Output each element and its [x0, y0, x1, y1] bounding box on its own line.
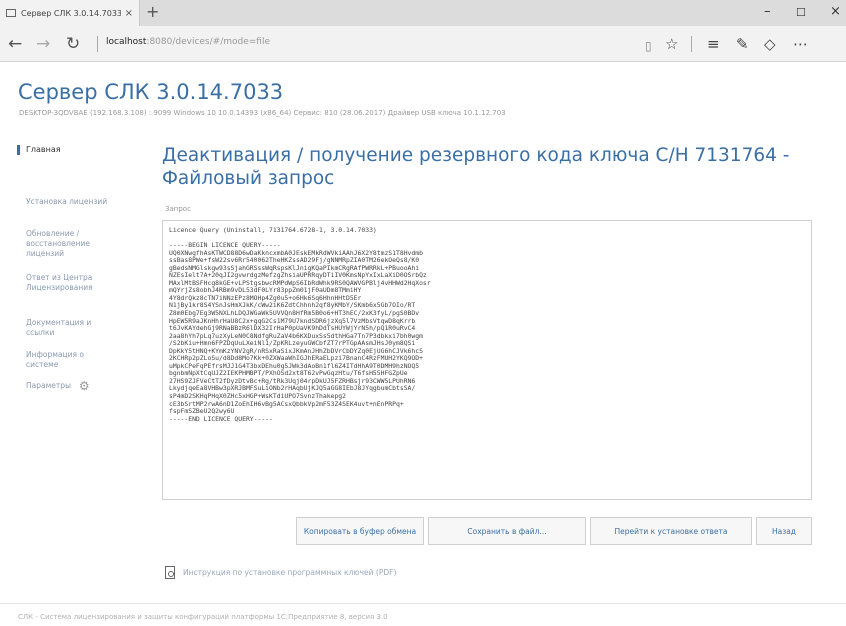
- address-input[interactable]: localhost:8080/devices/#/mode=file: [106, 37, 270, 47]
- sidebar-item-documentation[interactable]: Документация и ссылки: [18, 318, 118, 338]
- hub-icon[interactable]: ≡: [707, 34, 720, 54]
- share-icon[interactable]: ◇: [764, 34, 776, 54]
- toolbar-divider: [97, 36, 98, 52]
- toolbar-divider: [691, 36, 692, 52]
- sidebar-item-system-info[interactable]: Информация о системе: [18, 350, 118, 370]
- gear-icon: ⚙: [78, 379, 90, 393]
- close-window-button[interactable]: ×: [830, 4, 841, 20]
- url-host: localhost: [106, 37, 147, 47]
- server-info: DESKTOP-3QDVBAE (192.168.3.108) : 9099 W…: [19, 109, 506, 117]
- request-textarea[interactable]: Licence Query (Uninstall, 7131764.6728-1…: [162, 220, 812, 500]
- maximize-button[interactable]: ☐: [796, 5, 806, 21]
- footer-text: СЛК - Система лицензирования и защиты ко…: [18, 613, 388, 621]
- favorite-star-icon[interactable]: ☆: [665, 34, 678, 54]
- copy-to-clipboard-button[interactable]: Копировать в буфер обмена: [296, 517, 424, 545]
- request-label: Запрос: [165, 205, 191, 213]
- page-title: Деактивация / получение резервного кода …: [162, 145, 790, 189]
- address-toolbar: ← → ↻ localhost:8080/devices/#/mode=file…: [0, 26, 846, 62]
- forward-arrow-icon[interactable]: →: [36, 34, 50, 54]
- web-note-icon[interactable]: ✎: [736, 34, 749, 54]
- browser-tab-bar: Сервер СЛК 3.0.14.7033 × + – ☐ ×: [0, 0, 846, 26]
- url-path: :8080/devices/#/mode=file: [146, 37, 271, 47]
- minimize-button[interactable]: –: [764, 4, 771, 20]
- sidebar-item-licensing-center-response[interactable]: Ответ из Центра Лицензирования: [18, 273, 118, 293]
- sidebar-item-home[interactable]: Главная: [17, 145, 61, 155]
- go-to-response-install-button[interactable]: Перейти к установке ответа: [590, 517, 752, 545]
- sidebar-item-update-restore[interactable]: Обновление / восстановление лицензий: [18, 229, 118, 259]
- pdf-file-icon: [165, 566, 175, 579]
- pdf-link-label: Инструкция по установке программных ключ…: [183, 568, 397, 577]
- browser-tab[interactable]: Сервер СЛК 3.0.14.7033 ×: [0, 0, 140, 26]
- back-arrow-icon[interactable]: ←: [8, 34, 22, 54]
- pdf-instructions-link[interactable]: Инструкция по установке программных ключ…: [165, 566, 396, 579]
- reading-view-icon[interactable]: ▯: [645, 36, 652, 56]
- sidebar-item-install-licenses[interactable]: Установка лицензий: [18, 197, 108, 207]
- back-button[interactable]: Назад: [756, 517, 812, 545]
- sidebar-item-label: Параметры: [26, 381, 71, 390]
- close-tab-icon[interactable]: ×: [125, 8, 133, 19]
- refresh-icon[interactable]: ↻: [66, 34, 80, 54]
- app-title: Сервер СЛК 3.0.14.7033: [18, 80, 284, 104]
- new-tab-button[interactable]: +: [146, 3, 159, 21]
- footer-divider: [0, 603, 846, 604]
- tab-title: Сервер СЛК 3.0.14.7033: [21, 8, 121, 18]
- page-icon: [6, 9, 16, 17]
- sidebar-item-settings[interactable]: Параметры ⚙: [18, 379, 128, 393]
- save-to-file-button[interactable]: Сохранить в файл...: [428, 517, 586, 545]
- more-icon[interactable]: ⋯: [793, 34, 808, 54]
